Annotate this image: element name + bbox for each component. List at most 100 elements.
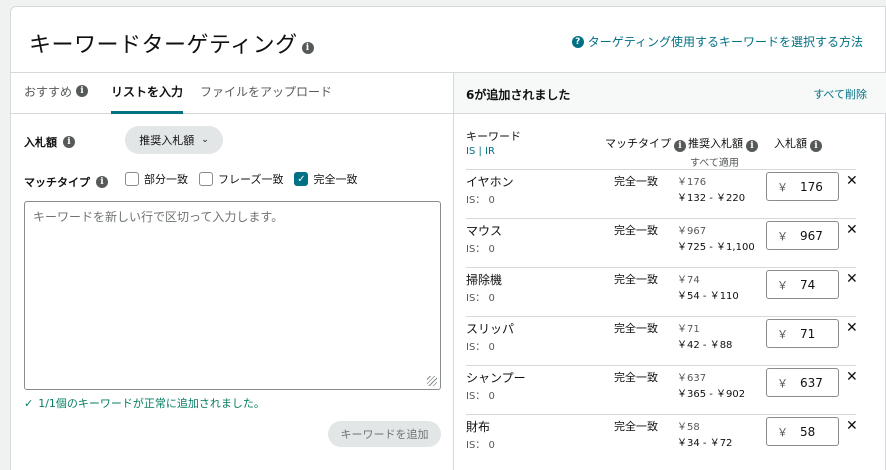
success-message-text: 1/1個のキーワードが正常に追加されました。 <box>38 397 265 410</box>
bid-type-dropdown[interactable]: 推奨入札額 ⌄ <box>125 126 223 154</box>
row-suggested-bid: ￥74 <box>677 275 700 286</box>
keyword-textarea-placeholder: キーワードを新しい行で区切って入力します。 <box>33 210 284 224</box>
currency-symbol: ￥ <box>777 327 788 341</box>
row-match-type: 完全一致 <box>614 273 658 286</box>
row-bid-range: ￥54 - ￥110 <box>677 291 739 302</box>
row-keyword: イヤホン <box>466 175 514 189</box>
row-bid-value: 967 <box>800 228 823 243</box>
row-match-type: 完全一致 <box>614 420 658 433</box>
column-bid: 入札額 i <box>774 135 822 152</box>
match-broad-option[interactable]: 部分一致 <box>125 171 188 187</box>
row-bid-value: 71 <box>800 326 816 341</box>
bid-label: 入札額 i <box>24 134 75 150</box>
tab-label: リストを入力 <box>111 85 184 99</box>
tab-recommended[interactable]: おすすめ i <box>24 83 89 114</box>
column-match-type: マッチタイプ i <box>605 135 686 152</box>
info-icon[interactable]: i <box>810 140 822 152</box>
row-suggested-bid: ￥176 <box>677 177 707 188</box>
row-keyword: シャンプー <box>466 371 526 385</box>
row-bid-input[interactable]: ￥ 176 <box>766 172 839 201</box>
match-broad-checkbox[interactable] <box>125 172 139 186</box>
currency-symbol: ￥ <box>777 425 788 439</box>
apply-all-link[interactable]: すべて適用 <box>690 154 758 169</box>
row-is: IS： 0 <box>466 244 495 255</box>
row-bid-input[interactable]: ￥ 58 <box>766 417 839 446</box>
table-row: 財布 IS： 0 完全一致 ￥58 ￥34 - ￥72 ￥ 58 ✕ <box>466 414 858 463</box>
info-icon[interactable]: i <box>96 176 108 188</box>
tab-upload-file[interactable]: ファイルをアップロード <box>200 83 332 114</box>
help-link[interactable]: ? ターゲティング使用するキーワードを選択する方法 <box>571 33 863 50</box>
info-icon[interactable]: i <box>63 136 75 148</box>
card-header: キーワードターゲティング i ? ターゲティング使用するキーワードを選択する方法 <box>11 7 886 73</box>
row-bid-input[interactable]: ￥ 71 <box>766 319 839 348</box>
help-icon: ? <box>571 35 584 48</box>
row-keyword: 財布 <box>466 420 491 434</box>
row-bid-range: ￥365 - ￥902 <box>677 389 746 400</box>
table-row: スリッパ IS： 0 完全一致 ￥71 ￥42 - ￥88 ￥ 71 ✕ <box>466 316 858 365</box>
chevron-down-icon: ⌄ <box>201 135 209 145</box>
added-count: 6が追加されました <box>466 88 571 102</box>
match-phrase-checkbox[interactable] <box>199 172 213 186</box>
close-icon[interactable]: ✕ <box>846 173 858 189</box>
row-is: IS： 0 <box>466 195 495 206</box>
tab-label: おすすめ <box>24 85 73 99</box>
row-keyword: 掃除機 <box>466 273 503 287</box>
success-message: ✓ 1/1個のキーワードが正常に追加されました。 <box>24 395 265 411</box>
row-match-type: 完全一致 <box>614 371 658 384</box>
close-icon[interactable]: ✕ <box>846 369 858 385</box>
info-icon[interactable]: i <box>301 42 314 54</box>
row-match-type: 完全一致 <box>614 175 658 188</box>
row-bid-input[interactable]: ￥ 74 <box>766 270 839 299</box>
close-icon[interactable]: ✕ <box>846 222 858 238</box>
tab-label: ファイルをアップロード <box>200 85 333 99</box>
added-keywords-header: 6が追加されました すべて削除 <box>454 73 886 114</box>
match-phrase-option[interactable]: フレーズ一致 <box>199 171 283 187</box>
added-keywords-panel: 6が追加されました すべて削除 キーワード IS | IR マッチタイプ i 推奨… <box>454 73 886 470</box>
bid-label-text: 入札額 <box>24 136 57 149</box>
column-match-type-label: マッチタイプ <box>605 137 671 150</box>
match-type-options: 部分一致 フレーズ一致 ✓ 完全一致 <box>125 171 368 187</box>
currency-symbol: ￥ <box>777 180 788 194</box>
row-bid-range: ￥42 - ￥88 <box>677 340 733 351</box>
currency-symbol: ￥ <box>777 376 788 390</box>
column-suggested-bid-label: 推奨入札額 <box>688 137 743 150</box>
currency-symbol: ￥ <box>777 278 788 292</box>
row-suggested-bid: ￥637 <box>677 373 707 384</box>
column-suggested-bid: 推奨入札額 i すべて適用 <box>688 135 758 169</box>
close-icon[interactable]: ✕ <box>846 320 858 336</box>
close-icon[interactable]: ✕ <box>846 418 858 434</box>
currency-symbol: ￥ <box>777 229 788 243</box>
bid-type-value: 推奨入札額 <box>139 134 195 147</box>
row-suggested-bid: ￥58 <box>677 422 700 433</box>
row-bid-value: 74 <box>800 277 816 292</box>
keyword-targeting-card: キーワードターゲティング i ? ターゲティング使用するキーワードを選択する方法 … <box>10 6 886 470</box>
row-is: IS： 0 <box>466 391 495 402</box>
info-icon[interactable]: i <box>674 140 686 152</box>
column-is-ir-label: IS | IR <box>466 146 495 157</box>
row-suggested-bid: ￥967 <box>677 226 707 237</box>
keyword-textarea[interactable]: キーワードを新しい行で区切って入力します。 <box>24 201 441 390</box>
row-keyword: マウス <box>466 224 503 238</box>
column-keyword-label: キーワード <box>466 130 521 143</box>
resize-handle-icon[interactable] <box>427 376 437 386</box>
check-icon[interactable]: ✓ <box>294 172 309 186</box>
check-icon: ✓ <box>24 396 34 410</box>
row-bid-range: ￥132 - ￥220 <box>677 193 746 204</box>
table-row: 掃除機 IS： 0 完全一致 ￥74 ￥54 - ￥110 ￥ 74 ✕ <box>466 267 858 316</box>
info-icon[interactable]: i <box>76 85 89 97</box>
match-exact-option[interactable]: ✓ 完全一致 <box>294 171 357 187</box>
row-suggested-bid: ￥71 <box>677 324 700 335</box>
info-icon[interactable]: i <box>746 140 758 152</box>
row-bid-input[interactable]: ￥ 637 <box>766 368 839 397</box>
row-keyword: スリッパ <box>466 322 515 336</box>
tab-enter-list[interactable]: リストを入力 <box>111 83 184 114</box>
keyword-input-panel: おすすめ i リストを入力 ファイルをアップロード 入札額 i 推奨入札額 ⌄ マッチ… <box>11 73 454 470</box>
row-bid-value: 58 <box>800 424 816 439</box>
table-row: マウス IS： 0 完全一致 ￥967 ￥725 - ￥1,100 ￥ 967 ✕ <box>466 218 858 267</box>
close-icon[interactable]: ✕ <box>846 271 858 287</box>
row-bid-input[interactable]: ￥ 967 <box>766 221 839 250</box>
tab-bar: おすすめ i リストを入力 ファイルをアップロード <box>11 73 454 114</box>
remove-all-link[interactable]: すべて削除 <box>813 86 867 102</box>
row-bid-value: 176 <box>800 179 823 194</box>
add-keywords-button[interactable]: キーワードを追加 <box>328 421 441 447</box>
